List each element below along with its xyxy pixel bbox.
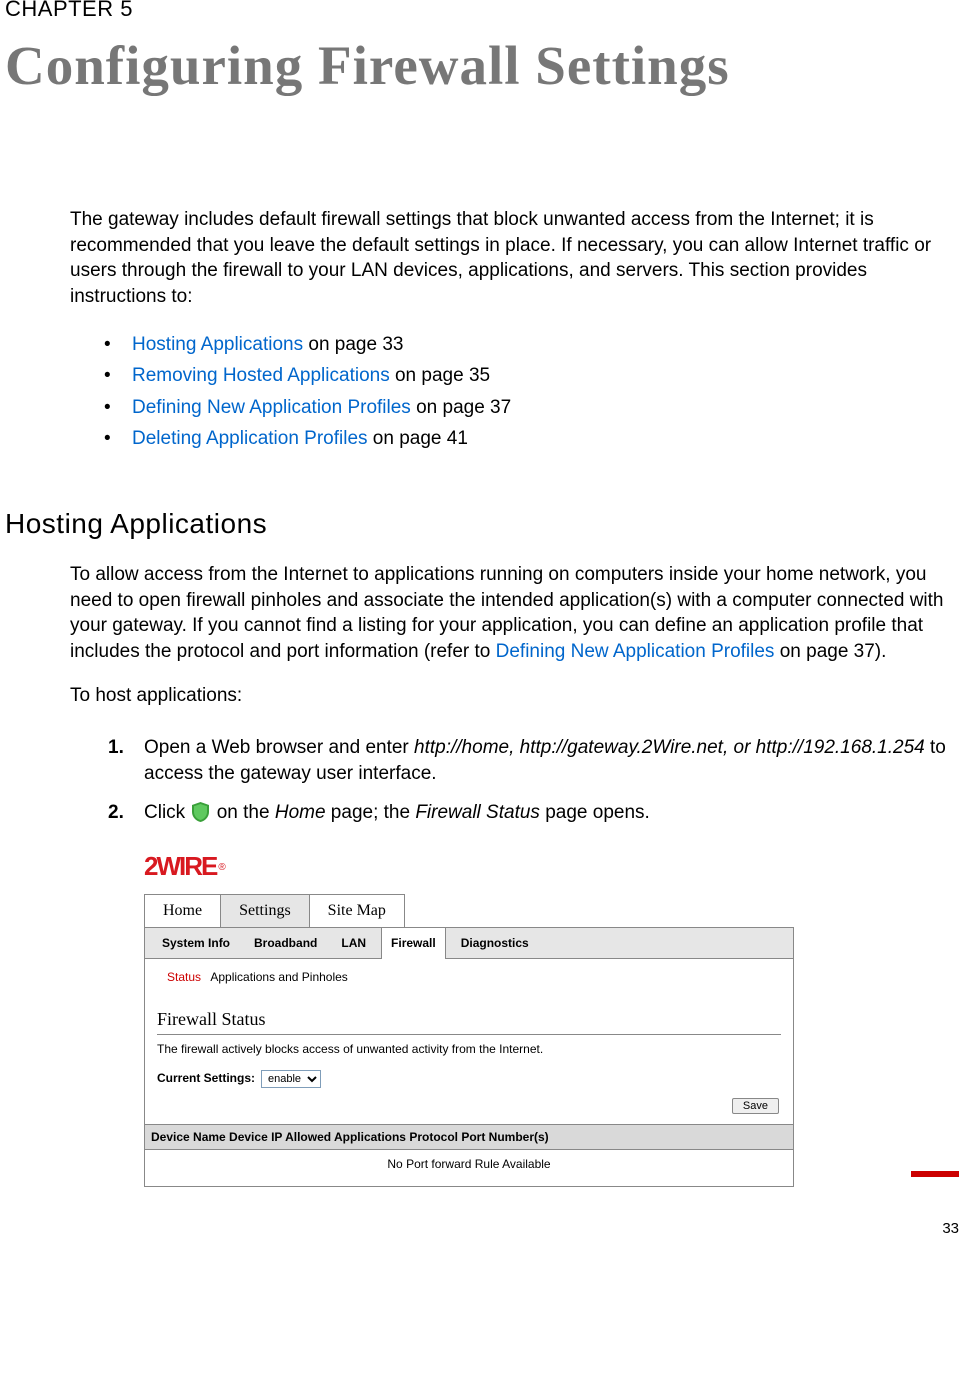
link-defining-profiles[interactable]: Defining New Application Profiles (132, 397, 411, 418)
firewall-status-ref: Firewall Status (415, 802, 540, 823)
hosting-paragraph: To allow access from the Internet to app… (70, 562, 965, 665)
current-settings-row: Current Settings: enable (157, 1070, 781, 1088)
tab-site-map[interactable]: Site Map (309, 894, 405, 928)
link-defining-profiles-inline[interactable]: Defining New Application Profiles (496, 641, 775, 662)
step-1: 1. Open a Web browser and enter http://h… (144, 728, 965, 793)
text: page; the (326, 802, 416, 823)
tertiary-nav: Status Applications and Pinholes (157, 969, 781, 985)
registered-mark-icon: ® (218, 862, 225, 873)
secondary-tabs: System Info Broadband LAN Firewall Diagn… (144, 927, 794, 959)
subtab-system-info[interactable]: System Info (153, 928, 239, 958)
device-table-header: Device Name Device IP Allowed Applicatio… (145, 1124, 793, 1150)
section-body: To allow access from the Internet to app… (70, 562, 965, 1187)
home-page-ref: Home (275, 802, 326, 823)
section-heading: Hosting Applications (5, 505, 965, 543)
list-item: Defining New Application Profiles on pag… (108, 392, 965, 424)
step-number: 1. (108, 735, 124, 761)
steps-list: 1. Open a Web browser and enter http://h… (70, 728, 965, 833)
link-hosting-applications[interactable]: Hosting Applications (132, 334, 303, 355)
chapter-label: CHAPTER 5 (5, 0, 965, 24)
page-number: 33 (5, 1219, 965, 1239)
save-button[interactable]: Save (732, 1098, 779, 1114)
to-host-label: To host applications: (70, 683, 965, 709)
text: on the (211, 802, 274, 823)
current-settings-label: Current Settings: (157, 1070, 255, 1086)
body-content: The gateway includes default firewall se… (70, 207, 965, 455)
list-suffix: on page 35 (390, 365, 490, 386)
screenshot-figure: 2WIRE® Home Settings Site Map System Inf… (144, 849, 794, 1187)
subtab-broadband[interactable]: Broadband (245, 928, 326, 958)
list-suffix: on page 41 (368, 428, 468, 449)
twowire-logo: 2WIRE (144, 851, 216, 881)
enable-select[interactable]: enable (261, 1070, 321, 1088)
list-item: Removing Hosted Applications on page 35 (108, 360, 965, 392)
tab-home[interactable]: Home (144, 894, 221, 928)
main-tabs: Home Settings Site Map (144, 894, 794, 928)
panel-heading: Firewall Status (157, 1007, 781, 1035)
list-item: Deleting Application Profiles on page 41 (108, 423, 965, 455)
sublink-applications-pinholes[interactable]: Applications and Pinholes (210, 970, 347, 984)
list-suffix: on page 33 (303, 334, 403, 355)
list-item: Hosting Applications on page 33 (108, 329, 965, 361)
subtab-firewall[interactable]: Firewall (381, 928, 446, 959)
tab-settings[interactable]: Settings (220, 894, 310, 928)
text: Click (144, 802, 190, 823)
step-2: 2. Click on the Home page; the Firewall … (144, 793, 965, 833)
subtab-diagnostics[interactable]: Diagnostics (452, 928, 538, 958)
step1-url-text: http://home, http://gateway.2Wire.net, o… (414, 737, 925, 758)
list-suffix: on page 37 (411, 397, 511, 418)
bullet-list: Hosting Applications on page 33 Removing… (70, 329, 965, 456)
text: on page 37). (774, 641, 886, 662)
link-deleting-profiles[interactable]: Deleting Application Profiles (132, 428, 368, 449)
subtab-lan[interactable]: LAN (332, 928, 375, 958)
panel-description: The firewall actively blocks access of u… (157, 1041, 781, 1057)
page-title: Configuring Firewall Settings (5, 34, 965, 97)
link-removing-hosted[interactable]: Removing Hosted Applications (132, 365, 390, 386)
step-number: 2. (108, 800, 124, 826)
text: Open a Web browser and enter (144, 737, 414, 758)
firewall-shield-icon (192, 802, 209, 822)
sublink-status[interactable]: Status (167, 970, 201, 984)
firewall-panel: Status Applications and Pinholes Firewal… (144, 959, 794, 1187)
intro-paragraph: The gateway includes default firewall se… (70, 207, 965, 310)
save-row: Save (157, 1096, 779, 1114)
logo-row: 2WIRE® (144, 849, 794, 884)
text: page opens. (540, 802, 650, 823)
